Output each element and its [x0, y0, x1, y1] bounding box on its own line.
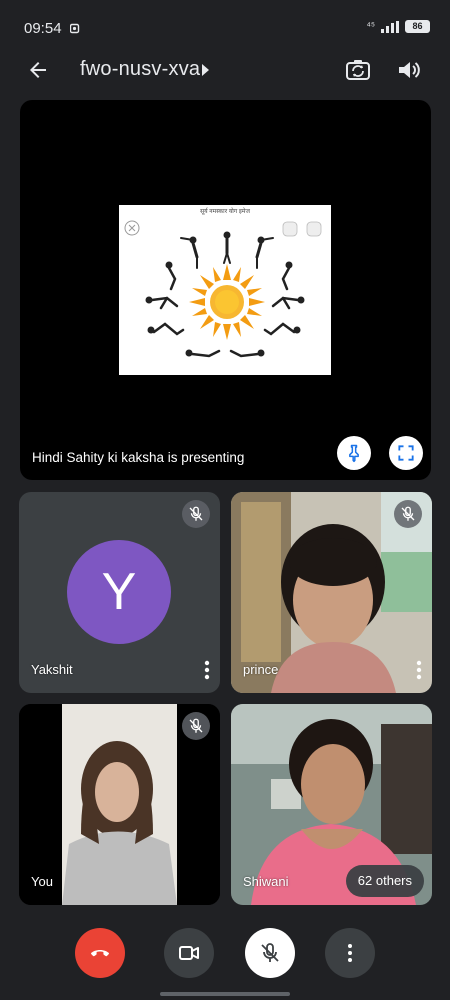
mic-off-icon [401, 506, 415, 521]
pin-icon [349, 444, 359, 463]
presenter-label: Hindi Sahity ki kaksha is presenting [32, 450, 245, 465]
others-count-button[interactable]: 62 others [345, 865, 424, 897]
avatar: Y [67, 540, 171, 644]
battery-icon: 86 [405, 20, 430, 33]
signal-icon [381, 20, 399, 33]
more-vert-icon [348, 944, 352, 962]
participant-tile-yakshit[interactable]: Y Yakshit [19, 492, 220, 693]
camera-icon [179, 946, 199, 960]
mic-off-icon [261, 943, 279, 962]
end-call-button[interactable] [75, 928, 125, 978]
switch-camera-icon[interactable] [344, 56, 372, 84]
sun-salutation-image [124, 220, 322, 358]
speaker-icon[interactable] [395, 56, 423, 84]
shared-slide: सूर्य नमस्कार योग इमेज [119, 205, 331, 375]
muted-indicator [394, 500, 422, 528]
network-type: ⁴⁵ [366, 21, 375, 32]
status-time: 09:54 [24, 20, 62, 37]
status-indicators: ⁴⁵ 86 [367, 20, 430, 33]
meeting-code[interactable]: fwo-nusv-xva [80, 58, 200, 81]
back-arrow-icon[interactable] [26, 58, 50, 82]
caret-right-icon[interactable] [200, 63, 210, 77]
fullscreen-button[interactable] [389, 436, 423, 470]
participant-tile-self[interactable]: You [19, 704, 220, 905]
participant-name: You [31, 874, 53, 889]
mic-off-icon [189, 506, 203, 521]
participant-tile-shiwani[interactable]: Shiwani 62 others [231, 704, 432, 905]
camera-toggle-button[interactable] [164, 928, 214, 978]
top-app-bar: fwo-nusv-xva [0, 50, 450, 90]
camera-status-icon [70, 23, 80, 34]
call-controls [0, 924, 450, 984]
participant-name: prince [243, 662, 279, 677]
mic-off-icon [189, 718, 203, 733]
home-indicator[interactable] [160, 992, 290, 996]
pin-button[interactable] [337, 436, 371, 470]
presentation-tile[interactable]: सूर्य नमस्कार योग इमेज Hindi Sahity ki k… [20, 100, 431, 480]
participant-tile-prince[interactable]: prince [231, 492, 432, 693]
mic-toggle-button[interactable] [245, 928, 295, 978]
more-vert-icon[interactable] [414, 659, 424, 681]
participant-name: Yakshit [31, 662, 73, 677]
muted-indicator [182, 500, 210, 528]
fullscreen-icon [398, 445, 414, 461]
status-bar: 09:54 ⁴⁵ 86 [0, 0, 450, 56]
end-call-icon [91, 950, 109, 957]
participant-name: Shiwani [243, 874, 289, 889]
more-options-button[interactable] [325, 928, 375, 978]
muted-indicator [182, 712, 210, 740]
more-vert-icon[interactable] [202, 659, 212, 681]
